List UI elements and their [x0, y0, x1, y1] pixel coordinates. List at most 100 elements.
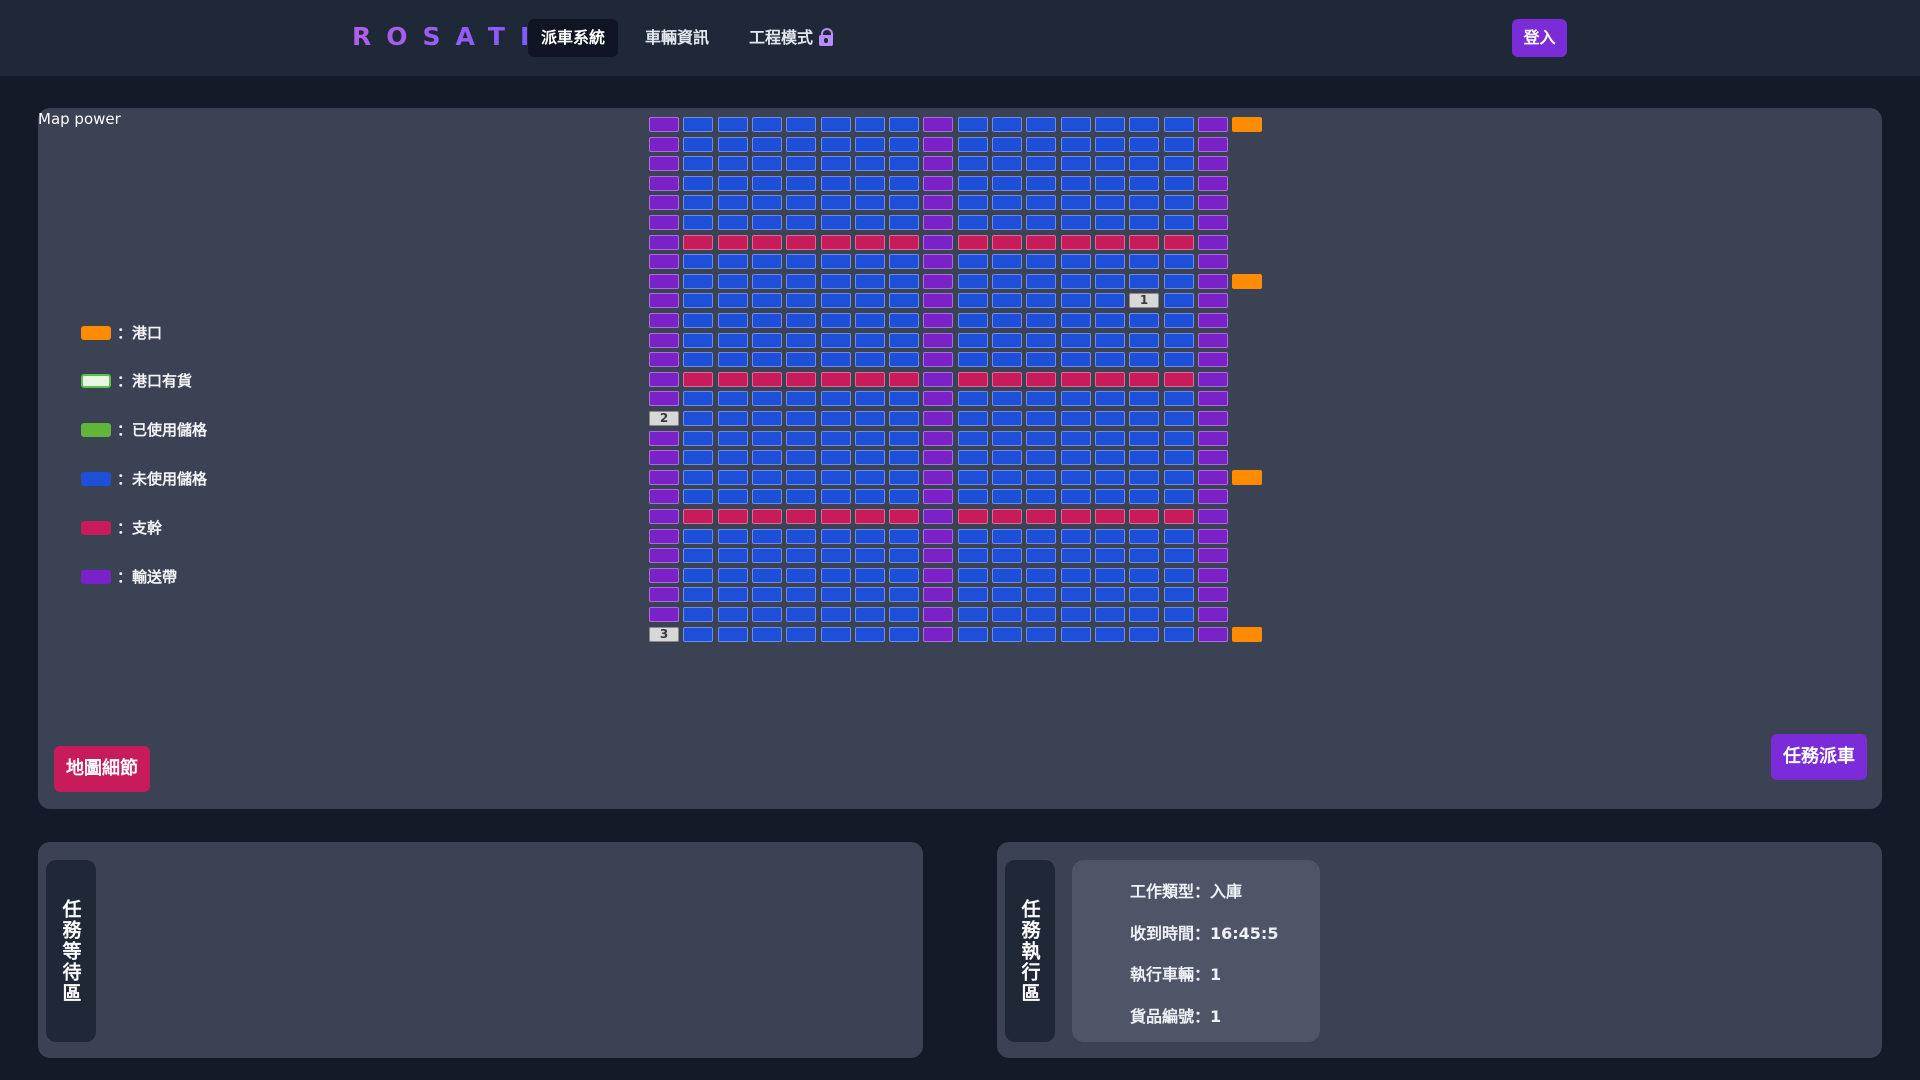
- branch-cell[interactable]: [718, 372, 748, 387]
- unused-storage-cell[interactable]: [1061, 352, 1091, 367]
- unused-storage-cell[interactable]: [1026, 627, 1056, 642]
- conveyor-cell[interactable]: [649, 293, 679, 308]
- unused-storage-cell[interactable]: [821, 411, 851, 426]
- unused-storage-cell[interactable]: [752, 195, 782, 210]
- conveyor-cell[interactable]: [923, 509, 953, 524]
- branch-cell[interactable]: [1129, 509, 1159, 524]
- unused-storage-cell[interactable]: [821, 548, 851, 563]
- conveyor-cell[interactable]: [649, 431, 679, 446]
- unused-storage-cell[interactable]: [752, 607, 782, 622]
- unused-storage-cell[interactable]: [1095, 627, 1125, 642]
- unused-storage-cell[interactable]: [1026, 391, 1056, 406]
- unused-storage-cell[interactable]: [855, 587, 885, 602]
- unused-storage-cell[interactable]: [752, 470, 782, 485]
- branch-cell[interactable]: [992, 372, 1022, 387]
- branch-cell[interactable]: [1026, 372, 1056, 387]
- unused-storage-cell[interactable]: [718, 391, 748, 406]
- conveyor-cell[interactable]: [1198, 352, 1228, 367]
- conveyor-cell[interactable]: [923, 293, 953, 308]
- branch-cell[interactable]: [718, 509, 748, 524]
- unused-storage-cell[interactable]: [1164, 293, 1194, 308]
- branch-cell[interactable]: [889, 372, 919, 387]
- unused-storage-cell[interactable]: [1061, 627, 1091, 642]
- unused-storage-cell[interactable]: [958, 431, 988, 446]
- unused-storage-cell[interactable]: [1129, 548, 1159, 563]
- unused-storage-cell[interactable]: [1164, 529, 1194, 544]
- unused-storage-cell[interactable]: [1061, 391, 1091, 406]
- branch-cell[interactable]: [958, 509, 988, 524]
- unused-storage-cell[interactable]: [1095, 254, 1125, 269]
- branch-cell[interactable]: [1164, 509, 1194, 524]
- conveyor-cell[interactable]: [923, 195, 953, 210]
- unused-storage-cell[interactable]: [958, 450, 988, 465]
- unused-storage-cell[interactable]: [683, 274, 713, 289]
- unused-storage-cell[interactable]: [752, 352, 782, 367]
- unused-storage-cell[interactable]: [1129, 529, 1159, 544]
- unused-storage-cell[interactable]: [1129, 313, 1159, 328]
- unused-storage-cell[interactable]: [821, 176, 851, 191]
- unused-storage-cell[interactable]: [1095, 293, 1125, 308]
- unused-storage-cell[interactable]: [1129, 274, 1159, 289]
- unused-storage-cell[interactable]: [1061, 529, 1091, 544]
- unused-storage-cell[interactable]: [786, 117, 816, 132]
- unused-storage-cell[interactable]: [1061, 587, 1091, 602]
- unused-storage-cell[interactable]: [683, 529, 713, 544]
- unused-storage-cell[interactable]: [683, 548, 713, 563]
- conveyor-cell[interactable]: [923, 607, 953, 622]
- unused-storage-cell[interactable]: [786, 137, 816, 152]
- conveyor-cell[interactable]: [649, 254, 679, 269]
- unused-storage-cell[interactable]: [718, 293, 748, 308]
- conveyor-cell[interactable]: [1198, 529, 1228, 544]
- unused-storage-cell[interactable]: [855, 293, 885, 308]
- unused-storage-cell[interactable]: [1095, 137, 1125, 152]
- unused-storage-cell[interactable]: [1061, 450, 1091, 465]
- conveyor-cell[interactable]: [1198, 568, 1228, 583]
- unused-storage-cell[interactable]: [683, 293, 713, 308]
- vehicle-2[interactable]: 2: [649, 411, 679, 426]
- unused-storage-cell[interactable]: [1026, 431, 1056, 446]
- branch-cell[interactable]: [683, 509, 713, 524]
- unused-storage-cell[interactable]: [1164, 352, 1194, 367]
- unused-storage-cell[interactable]: [821, 607, 851, 622]
- unused-storage-cell[interactable]: [786, 156, 816, 171]
- unused-storage-cell[interactable]: [958, 489, 988, 504]
- brand-logo[interactable]: ROSATI: [352, 22, 544, 51]
- unused-storage-cell[interactable]: [992, 450, 1022, 465]
- unused-storage-cell[interactable]: [958, 156, 988, 171]
- unused-storage-cell[interactable]: [1164, 431, 1194, 446]
- unused-storage-cell[interactable]: [855, 254, 885, 269]
- unused-storage-cell[interactable]: [718, 627, 748, 642]
- conveyor-cell[interactable]: [649, 607, 679, 622]
- branch-cell[interactable]: [1129, 372, 1159, 387]
- unused-storage-cell[interactable]: [683, 117, 713, 132]
- branch-cell[interactable]: [752, 235, 782, 250]
- conveyor-cell[interactable]: [923, 548, 953, 563]
- unused-storage-cell[interactable]: [1061, 431, 1091, 446]
- unused-storage-cell[interactable]: [889, 176, 919, 191]
- unused-storage-cell[interactable]: [1026, 254, 1056, 269]
- unused-storage-cell[interactable]: [958, 470, 988, 485]
- unused-storage-cell[interactable]: [889, 274, 919, 289]
- unused-storage-cell[interactable]: [855, 176, 885, 191]
- branch-cell[interactable]: [958, 235, 988, 250]
- unused-storage-cell[interactable]: [958, 313, 988, 328]
- branch-cell[interactable]: [958, 372, 988, 387]
- conveyor-cell[interactable]: [1198, 235, 1228, 250]
- unused-storage-cell[interactable]: [992, 411, 1022, 426]
- unused-storage-cell[interactable]: [786, 293, 816, 308]
- unused-storage-cell[interactable]: [855, 548, 885, 563]
- unused-storage-cell[interactable]: [889, 333, 919, 348]
- unused-storage-cell[interactable]: [855, 470, 885, 485]
- unused-storage-cell[interactable]: [1164, 450, 1194, 465]
- unused-storage-cell[interactable]: [752, 215, 782, 230]
- conveyor-cell[interactable]: [1198, 431, 1228, 446]
- unused-storage-cell[interactable]: [683, 607, 713, 622]
- branch-cell[interactable]: [992, 235, 1022, 250]
- conveyor-cell[interactable]: [1198, 254, 1228, 269]
- unused-storage-cell[interactable]: [752, 431, 782, 446]
- unused-storage-cell[interactable]: [683, 489, 713, 504]
- unused-storage-cell[interactable]: [1095, 215, 1125, 230]
- unused-storage-cell[interactable]: [1129, 411, 1159, 426]
- unused-storage-cell[interactable]: [752, 489, 782, 504]
- unused-storage-cell[interactable]: [683, 254, 713, 269]
